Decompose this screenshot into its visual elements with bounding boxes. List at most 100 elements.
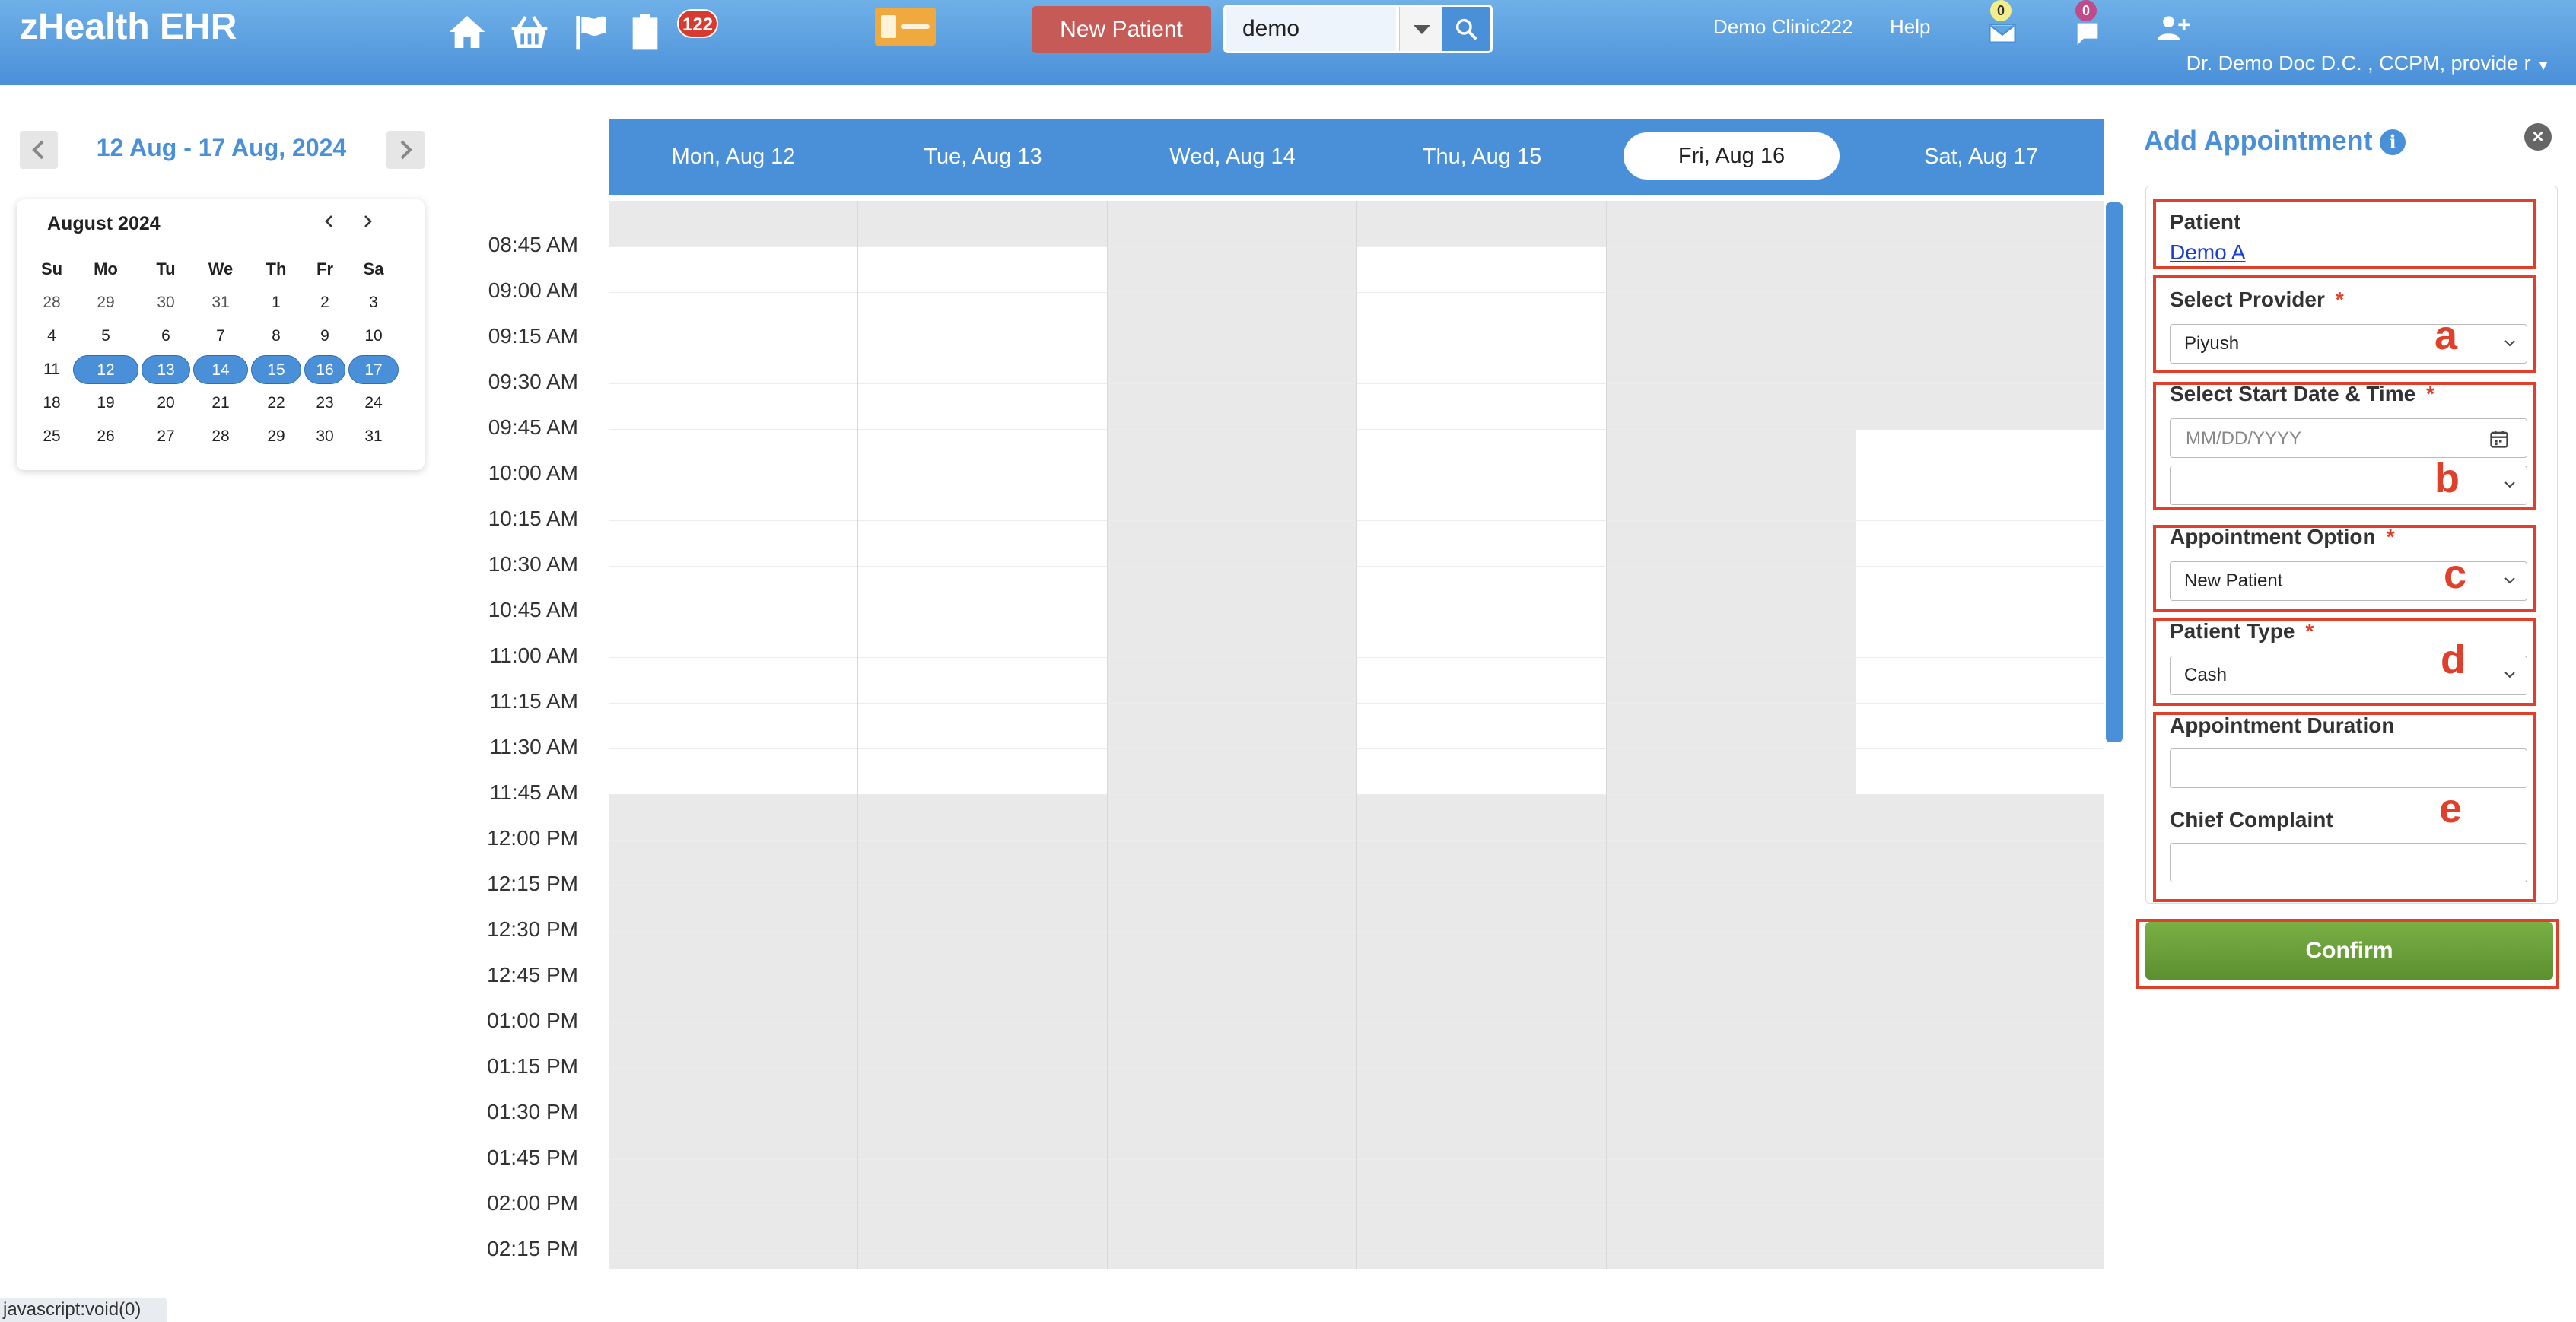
mini-calendar-day[interactable]: 8 [250, 322, 303, 351]
mini-calendar-day[interactable]: 5 [72, 322, 140, 351]
mini-calendar-day[interactable]: 12 [73, 355, 138, 384]
grid-line [1856, 657, 2104, 658]
basket-icon[interactable] [508, 11, 551, 53]
help-link[interactable]: Help [1890, 15, 1930, 39]
weekday-label: Su [40, 259, 63, 278]
option-select[interactable]: New Patient [2170, 561, 2527, 601]
start-date-input[interactable]: MM/DD/YYYY [2170, 418, 2527, 458]
mini-calendar-day[interactable]: 11 [32, 355, 72, 384]
mini-calendar-day[interactable]: 18 [32, 389, 72, 418]
prev-week-button[interactable] [20, 131, 58, 169]
mini-calendar-day[interactable]: 19 [72, 389, 140, 418]
start-time-select[interactable] [2170, 466, 2527, 505]
mini-calendar-day[interactable]: 28 [192, 422, 250, 451]
mini-calendar-day[interactable]: 9 [303, 322, 347, 351]
mini-calendar-day[interactable]: 13 [142, 355, 190, 384]
duration-input[interactable] [2170, 748, 2527, 788]
mini-calendar-day[interactable]: 30 [140, 288, 192, 317]
grid-line [858, 657, 1107, 658]
grid-line [1607, 1068, 1856, 1069]
option-value: New Patient [2184, 570, 2283, 591]
mini-calendar-day[interactable]: 23 [303, 389, 347, 418]
weekday-label: Th [266, 259, 287, 278]
unavailable-slot [1357, 201, 1606, 246]
day-header-active[interactable]: Fri, Aug 16 [1624, 132, 1840, 180]
mini-calendar-day[interactable]: 4 [32, 322, 72, 351]
search-input[interactable] [1226, 7, 1396, 51]
day-header[interactable]: Tue, Aug 13 [858, 119, 1108, 195]
mini-calendar-next[interactable] [356, 210, 379, 233]
search-button[interactable] [1442, 7, 1490, 51]
notification-badge[interactable]: 122 [677, 9, 718, 38]
next-week-button[interactable] [386, 131, 425, 169]
mini-calendar-day[interactable]: 24 [347, 389, 400, 418]
day-header[interactable]: Thu, Aug 15 [1357, 119, 1607, 195]
mini-calendar-day[interactable]: 31 [192, 288, 250, 317]
mini-calendar-day[interactable]: 14 [193, 355, 248, 384]
grid-line [858, 292, 1107, 293]
patient-link[interactable]: Demo A [2170, 240, 2246, 265]
annotation-d: d [2441, 637, 2466, 682]
day-header[interactable]: Wed, Aug 14 [1108, 119, 1357, 195]
grid-line [1856, 885, 2104, 886]
mini-calendar-day[interactable]: 25 [32, 422, 72, 451]
grid-line [858, 840, 1107, 841]
new-patient-button[interactable]: New Patient [1032, 6, 1211, 53]
info-icon[interactable]: i [2380, 129, 2406, 155]
mini-calendar-day[interactable]: 20 [140, 389, 192, 418]
gift-icon[interactable] [875, 8, 936, 46]
clinic-link[interactable]: Demo Clinic222 [1713, 15, 1853, 39]
top-bar: zHealth EHR 122 New Patient Demo Clinic2… [0, 0, 2576, 85]
clipboard-icon[interactable] [624, 11, 666, 53]
mini-calendar-day[interactable]: 7 [192, 322, 250, 351]
grid-line [1108, 429, 1356, 430]
grid-line [1856, 383, 2104, 384]
grid-line [1357, 885, 1606, 886]
mini-calendar-day[interactable]: 22 [250, 389, 303, 418]
mini-calendar-day[interactable]: 31 [347, 422, 400, 451]
add-user-icon[interactable] [2156, 11, 2190, 44]
close-icon[interactable]: × [2524, 123, 2552, 151]
week-range-title: 12 Aug - 17 Aug, 2024 [96, 134, 347, 161]
mini-calendar-day[interactable]: 15 [251, 355, 301, 384]
grid-line [1108, 246, 1356, 247]
mini-calendar-day[interactable]: 29 [250, 422, 303, 451]
chat-icon[interactable] [2072, 18, 2103, 49]
mini-calendar-row: 11 12 13 14 15 16 17 [32, 353, 409, 386]
weekday-label: Fr [316, 259, 333, 278]
mini-calendar-day[interactable]: 26 [72, 422, 140, 451]
day-header[interactable]: Mon, Aug 12 [609, 119, 858, 195]
mini-calendar-day[interactable]: 17 [348, 355, 399, 384]
type-select[interactable]: Cash [2170, 656, 2527, 695]
mail-icon[interactable] [1987, 18, 2018, 49]
mini-calendar-prev[interactable] [318, 210, 341, 233]
home-icon[interactable] [446, 11, 488, 53]
mini-calendar-day[interactable]: 21 [192, 389, 250, 418]
calendar-scrollbar[interactable] [2106, 202, 2123, 742]
mini-calendar-day[interactable]: 2 [303, 288, 347, 317]
mini-calendar-day[interactable]: 10 [347, 322, 400, 351]
app-logo[interactable]: zHealth EHR [20, 6, 237, 48]
mini-calendar-day[interactable]: 30 [303, 422, 347, 451]
mini-calendar-row: Su Mo Tu We Th Fr Sa [32, 253, 409, 286]
day-header[interactable]: Sat, Aug 17 [1856, 119, 2106, 195]
flag-icon[interactable] [569, 11, 612, 53]
time-label: 09:15 AM [488, 324, 578, 348]
provider-select[interactable]: Piyush [2170, 324, 2527, 364]
grid-line [1856, 931, 2104, 932]
mini-calendar-day[interactable]: 3 [347, 288, 400, 317]
mini-calendar-day[interactable]: 28 [32, 288, 72, 317]
mini-calendar-day[interactable]: 16 [304, 355, 345, 384]
grid-line [1108, 1250, 1356, 1251]
time-label: 01:30 PM [487, 1100, 578, 1123]
mini-calendar-day[interactable]: 29 [72, 288, 140, 317]
mini-calendar-day[interactable]: 27 [140, 422, 192, 451]
user-name: Dr. Demo Doc D.C. , CCPM, provide r [2186, 52, 2531, 75]
confirm-button[interactable]: Confirm [2145, 922, 2553, 980]
grid-line [858, 748, 1107, 749]
mini-calendar-day[interactable]: 1 [250, 288, 303, 317]
search-dropdown-icon[interactable] [1399, 7, 1442, 51]
complaint-input[interactable] [2170, 843, 2527, 882]
mini-calendar-day[interactable]: 6 [140, 322, 192, 351]
user-menu[interactable]: Dr. Demo Doc D.C. , CCPM, provide r ▼ [2186, 52, 2550, 75]
